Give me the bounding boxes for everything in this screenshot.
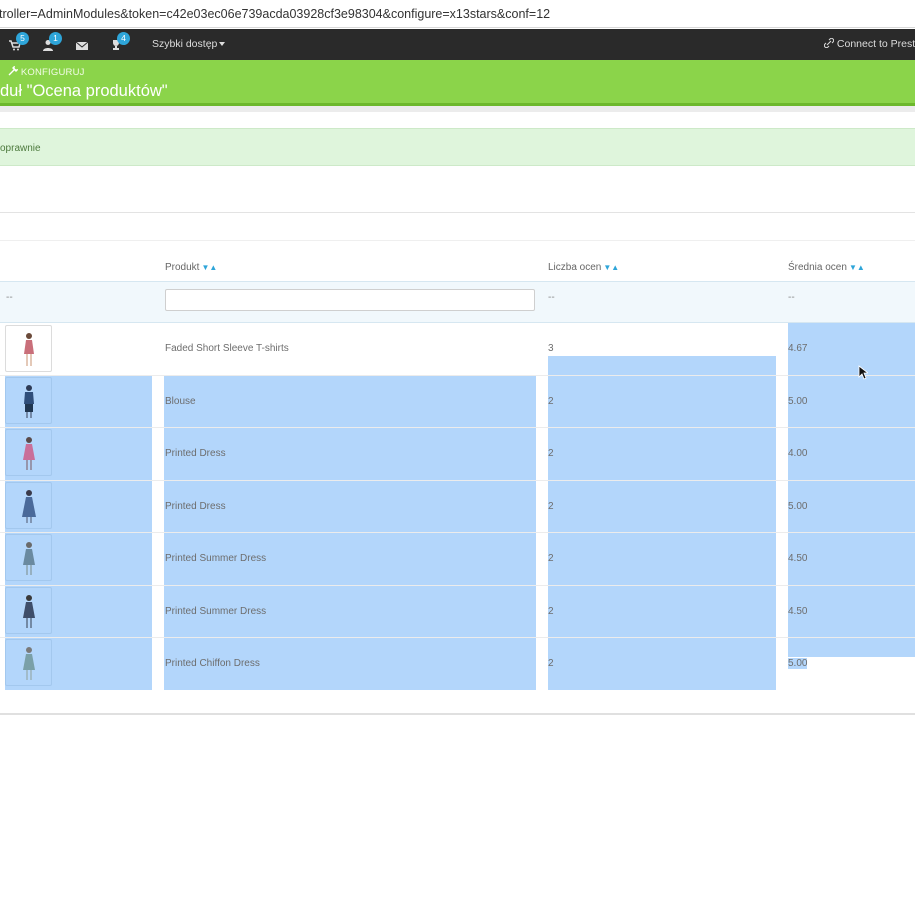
envelope-icon[interactable] [75, 38, 90, 52]
product-name: Blouse [165, 396, 196, 407]
header-shadow [0, 106, 915, 112]
row-divider [0, 532, 915, 533]
product-name: Printed Summer Dress [165, 606, 267, 617]
trophy-icon[interactable]: 4 [110, 32, 130, 52]
sort-arrows-icon[interactable]: ▼▲ [603, 263, 619, 272]
rating-count: 2 [548, 658, 554, 669]
mouse-cursor-icon [858, 365, 870, 385]
column-header-count-label: Liczba ocen [548, 262, 602, 273]
rating-count: 2 [548, 501, 554, 512]
column-header-average[interactable]: Średnia ocen ▼▲ [788, 262, 865, 273]
page-header: KONFIGURUJ duł "Ocena produktów" [0, 60, 915, 106]
connect-label: Connect to Prest [836, 38, 915, 50]
user-icon[interactable]: 1 [42, 32, 62, 52]
sort-arrows-icon[interactable]: ▼▲ [849, 263, 865, 272]
product-thumbnail[interactable] [5, 534, 52, 581]
selection-highlight [164, 376, 536, 690]
product-name: Faded Short Sleeve T-shirts [165, 343, 289, 354]
breadcrumb: KONFIGURUJ [8, 64, 85, 78]
filter-dash: -- [548, 292, 555, 303]
product-thumbnail[interactable] [5, 587, 52, 634]
row-divider [0, 585, 915, 586]
product-thumbnail[interactable] [5, 377, 52, 424]
sort-arrows-icon[interactable]: ▼▲ [201, 263, 217, 272]
admin-top-nav: 5 1 4 Szybki dostęp Connect to Prest [0, 29, 915, 60]
dress-icon [23, 595, 35, 628]
filter-dash: -- [6, 292, 13, 303]
quick-access-menu[interactable]: Szybki dostęp [152, 38, 226, 50]
connect-link[interactable]: Connect to Prest [823, 37, 915, 50]
product-thumbnail[interactable] [5, 325, 52, 372]
dress-icon [24, 385, 34, 418]
rating-count: 2 [548, 606, 554, 617]
column-header-product[interactable]: Produkt ▼▲ [165, 262, 217, 273]
product-thumbnail[interactable] [5, 429, 52, 476]
rating-count: 3 [548, 343, 554, 354]
page-title: duł "Ocena produktów" [0, 82, 168, 100]
product-thumbnail[interactable] [5, 482, 52, 529]
rating-average: 4.50 [788, 553, 808, 564]
row-divider [0, 375, 915, 376]
filter-dash: -- [788, 292, 795, 303]
orders-badge: 5 [16, 32, 29, 45]
dress-icon [23, 437, 35, 470]
row-divider [0, 427, 915, 428]
cart-icon[interactable]: 5 [9, 32, 29, 52]
product-name: Printed Dress [165, 501, 226, 512]
product-name: Printed Summer Dress [165, 553, 267, 564]
dress-icon [23, 542, 35, 575]
quick-access-label: Szybki dostęp [152, 38, 218, 50]
row-divider [0, 480, 915, 481]
trophy-badge: 4 [117, 32, 130, 45]
breadcrumb-label: KONFIGURUJ [20, 67, 85, 78]
column-header-product-label: Produkt [165, 262, 200, 273]
url-text: troller=AdminModules&token=c42e03ec06e73… [0, 7, 551, 21]
rating-count: 2 [548, 553, 554, 564]
dress-icon [22, 490, 36, 523]
dress-icon [23, 647, 35, 680]
column-header-average-label: Średnia ocen [788, 262, 847, 273]
row-divider [0, 637, 915, 638]
wrench-icon [8, 64, 20, 76]
success-alert: oprawnie [0, 128, 915, 166]
rating-average: 4.67 [788, 343, 808, 354]
link-icon [823, 37, 835, 49]
address-bar[interactable]: troller=AdminModules&token=c42e03ec06e73… [0, 0, 915, 28]
rating-average: 5.00 [788, 501, 808, 512]
dress-icon [24, 333, 34, 366]
rating-count: 2 [548, 396, 554, 407]
product-name: Printed Chiffon Dress [165, 658, 260, 669]
column-header-count[interactable]: Liczba ocen ▼▲ [548, 262, 619, 273]
rating-average: 5.00 [788, 396, 808, 407]
rating-average: 4.50 [788, 606, 808, 617]
product-name: Printed Dress [165, 448, 226, 459]
chevron-down-icon [219, 42, 226, 47]
product-filter-input[interactable] [165, 289, 535, 311]
selection-highlight [548, 356, 776, 690]
alert-text: oprawnie [0, 143, 41, 154]
product-thumbnail[interactable] [5, 639, 52, 686]
customers-badge: 1 [49, 32, 62, 45]
rating-count: 2 [548, 448, 554, 459]
panel-divider [0, 240, 915, 241]
rating-average: 4.00 [788, 448, 808, 459]
rating-average: 5.00 [788, 658, 808, 669]
